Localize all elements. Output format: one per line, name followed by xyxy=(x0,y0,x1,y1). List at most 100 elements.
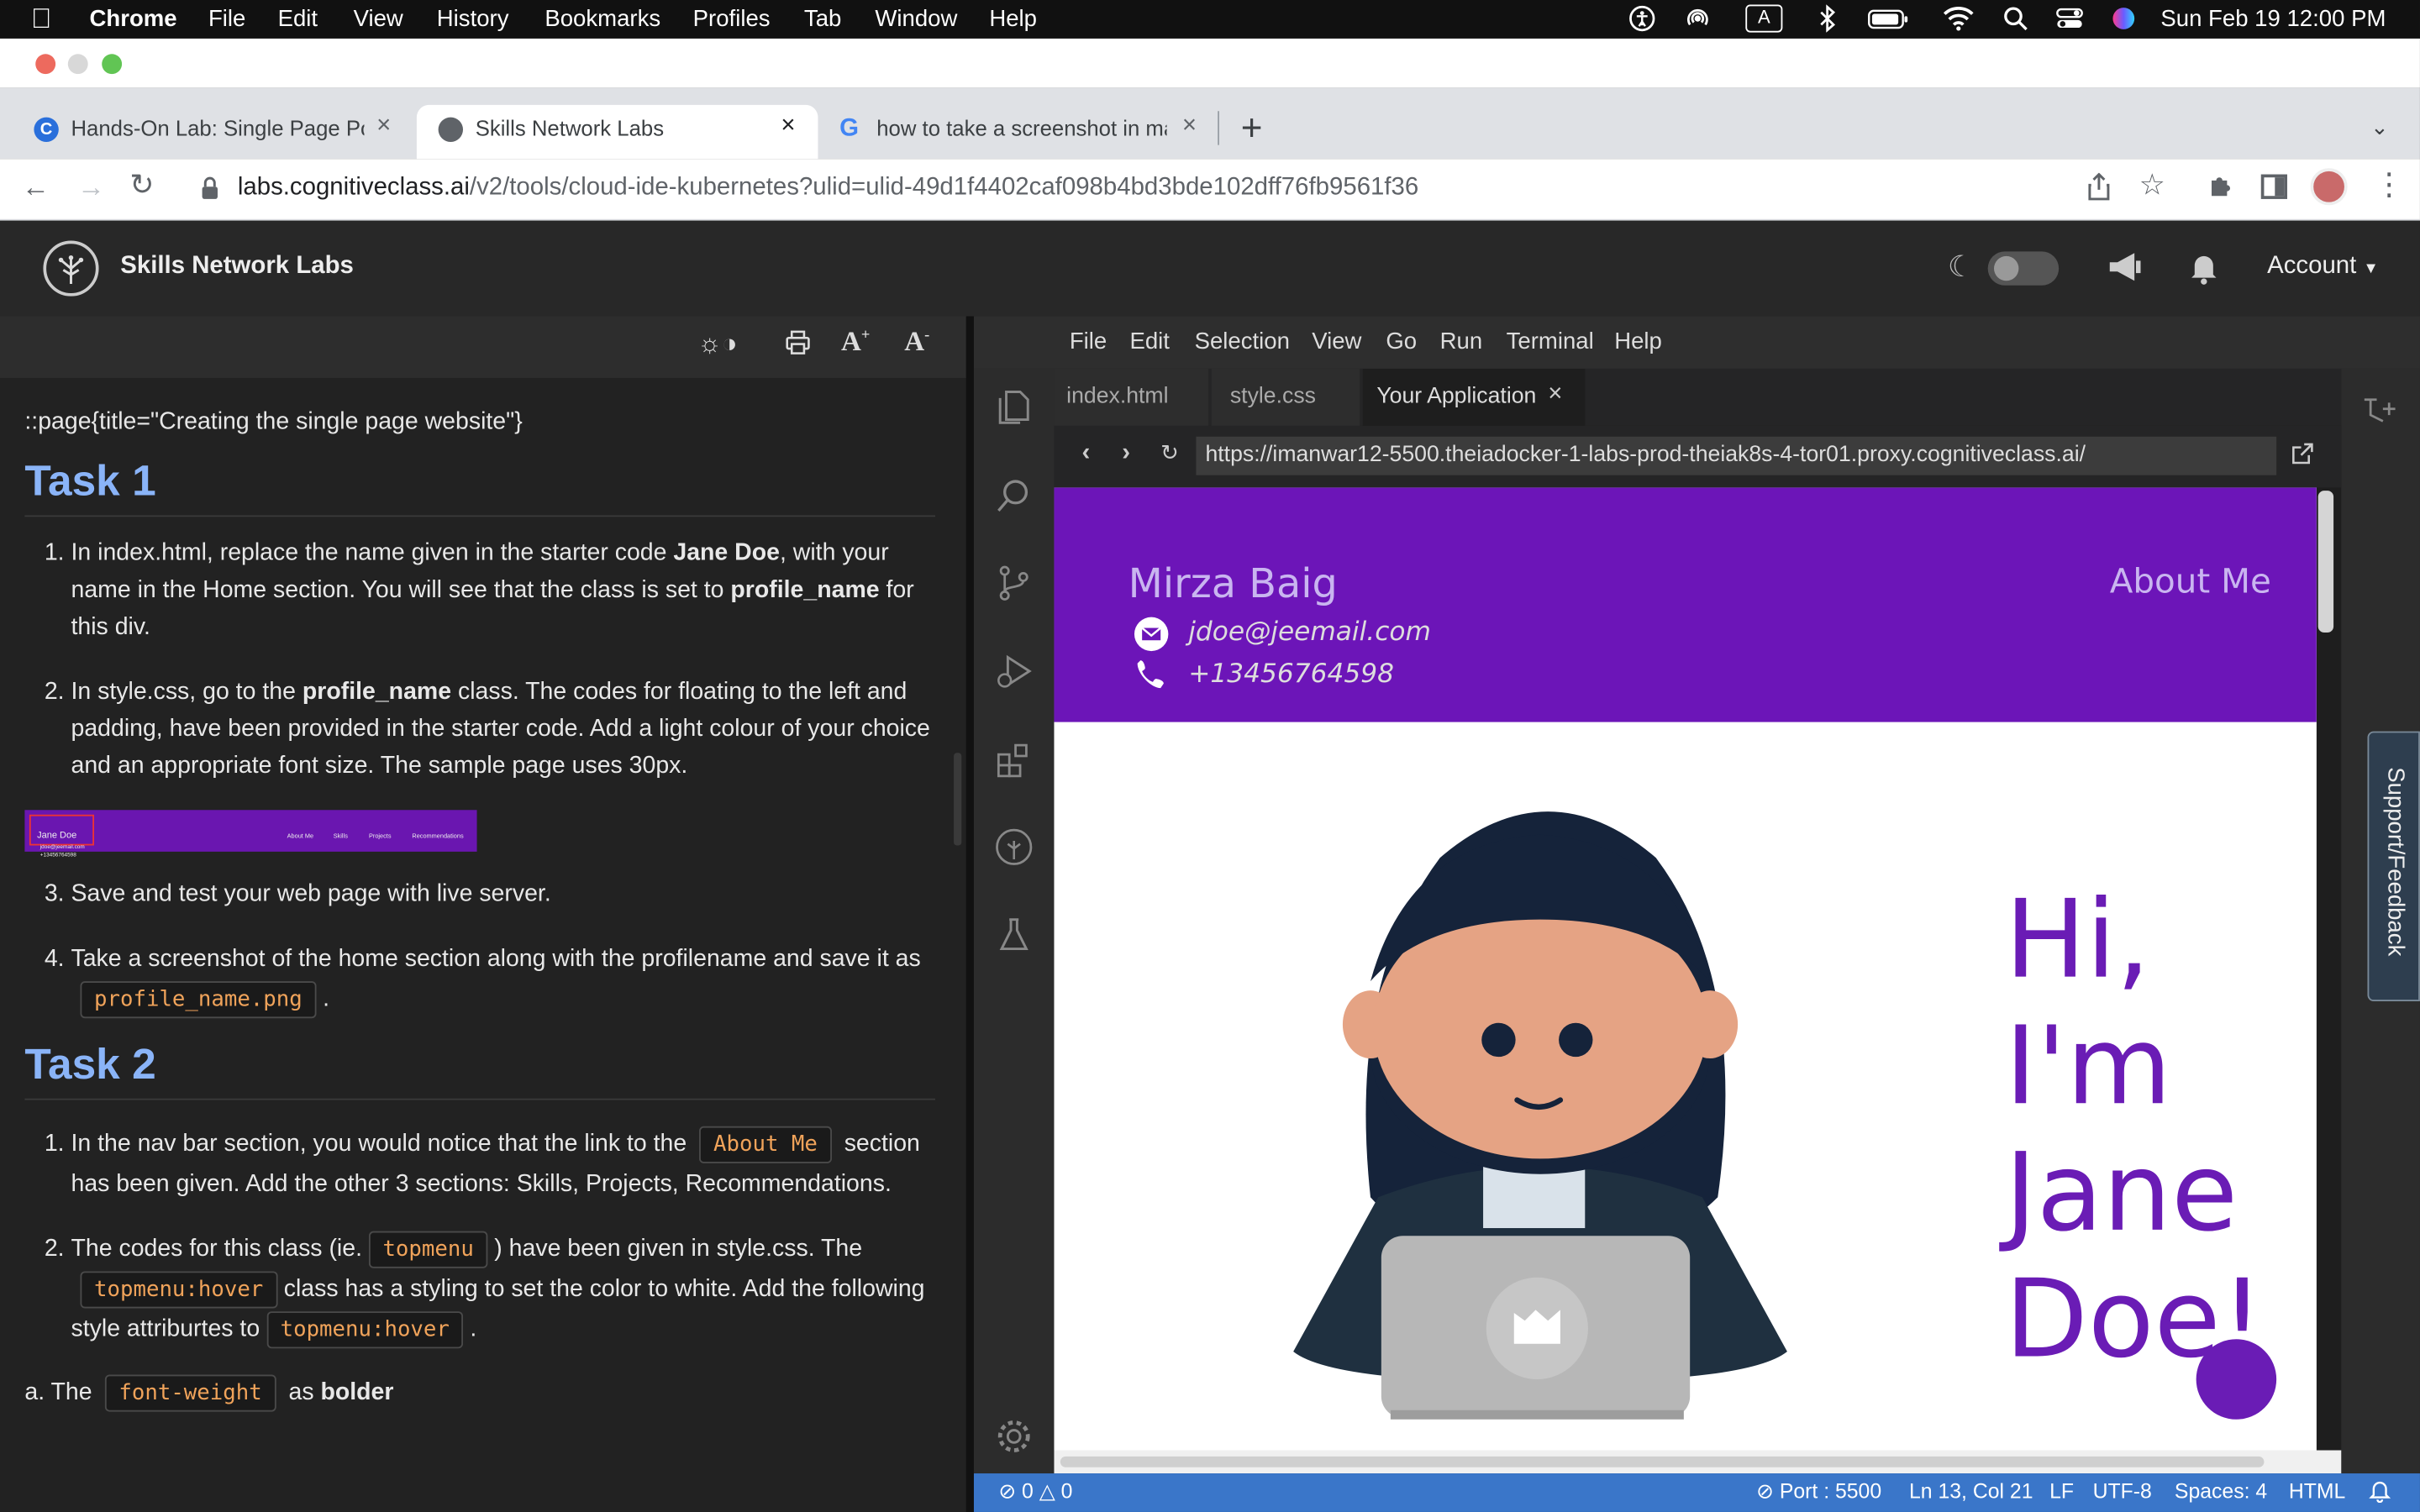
airdrop-icon[interactable] xyxy=(1684,5,1712,33)
profile-email[interactable]: jdoe@jeemail.com xyxy=(1188,617,1431,648)
ide-menu-file[interactable]: File xyxy=(1070,328,1107,354)
preview-reload-icon[interactable]: ↻ xyxy=(1160,439,1179,465)
dark-mode-toggle[interactable] xyxy=(1987,251,2060,286)
line-ending[interactable]: LF xyxy=(2049,1479,2074,1503)
lab-flask-icon[interactable] xyxy=(994,915,1034,955)
indentation[interactable]: Spaces: 4 xyxy=(2175,1479,2267,1503)
support-feedback-tab[interactable]: Support/Feedback xyxy=(2367,731,2420,1002)
source-control-icon[interactable] xyxy=(994,563,1034,603)
menu-datetime[interactable]: Sun Feb 19 12:00 PM xyxy=(2160,6,2386,32)
step-text: In the nav bar section, you would notice… xyxy=(71,1131,687,1158)
settings-gear-icon[interactable] xyxy=(994,1416,1034,1457)
explorer-files-icon[interactable] xyxy=(994,387,1034,428)
hero-greeting: Hi, I'm Jane Doe! xyxy=(2005,876,2264,1382)
browser-tab-skills-network[interactable]: Skills Network Labs × xyxy=(435,108,812,160)
scroll-to-top-button[interactable] xyxy=(2196,1339,2277,1420)
menu-history[interactable]: History xyxy=(437,6,509,32)
theme-toggle-icon[interactable]: ☼◑ xyxy=(697,328,737,360)
menu-window[interactable]: Window xyxy=(875,6,957,32)
preview-header: Mirza Baig jdoe@jeemail.com +13456764598… xyxy=(1054,487,2317,722)
new-tab-button[interactable]: + xyxy=(1241,108,1263,151)
close-tab-icon[interactable]: × xyxy=(1182,113,1197,140)
close-tab-icon[interactable]: × xyxy=(1548,381,1562,409)
open-external-icon[interactable] xyxy=(2291,443,2313,472)
tab-your-application[interactable]: Your Application × xyxy=(1362,368,1586,426)
code-topmenu: topmenu xyxy=(368,1231,488,1268)
instructions-scrollbar[interactable] xyxy=(954,753,962,846)
preview-forward-icon[interactable]: › xyxy=(1122,439,1130,467)
ide-menu-help[interactable]: Help xyxy=(1614,328,1662,354)
side-panel-icon[interactable] xyxy=(2260,174,2287,199)
preview-url-input[interactable]: https://imanwar12-5500.theiadocker-1-lab… xyxy=(1196,436,2277,475)
menu-app-name[interactable]: Chrome xyxy=(90,6,177,32)
problems-indicator[interactable]: ⊘ 0 △ 0 xyxy=(998,1479,1072,1504)
accessibility-icon[interactable] xyxy=(1628,5,1656,33)
menu-tab[interactable]: Tab xyxy=(804,6,841,32)
nav-about-me-link[interactable]: About Me xyxy=(2110,563,2271,601)
tab-style-css[interactable]: style.css xyxy=(1211,368,1360,426)
browser-tab-google-search[interactable]: G how to take a screenshot in ma × xyxy=(836,108,1214,160)
tab-index-html[interactable]: index.html xyxy=(1054,368,1209,426)
menu-file[interactable]: File xyxy=(208,6,245,32)
bluetooth-icon[interactable] xyxy=(1813,4,1841,33)
run-debug-icon[interactable] xyxy=(994,651,1034,691)
wifi-icon[interactable] xyxy=(1942,5,1975,33)
live-server-port[interactable]: ⊘ Port : 5500 xyxy=(1756,1479,1881,1504)
menu-bookmarks[interactable]: Bookmarks xyxy=(544,6,660,32)
decrease-font-icon[interactable]: A- xyxy=(904,326,929,359)
increase-font-icon[interactable]: A+ xyxy=(841,326,870,359)
ide-menu-selection[interactable]: Selection xyxy=(1195,328,1290,354)
ide-menu-run[interactable]: Run xyxy=(1440,328,1483,354)
back-arrow-icon[interactable]: ← xyxy=(22,171,50,204)
ide-menu-view[interactable]: View xyxy=(1312,328,1361,354)
notification-bell-icon[interactable] xyxy=(2188,251,2219,293)
input-source-indicator[interactable]: A xyxy=(1745,4,1783,33)
share-icon[interactable] xyxy=(2086,172,2111,208)
battery-icon[interactable] xyxy=(1867,5,1910,33)
preview-back-icon[interactable]: ‹ xyxy=(1082,439,1091,467)
forward-arrow-icon[interactable]: → xyxy=(77,171,105,204)
language-mode[interactable]: HTML xyxy=(2289,1479,2345,1503)
chrome-menu-kebab-icon[interactable]: ⋮ xyxy=(2374,166,2405,203)
megaphone-icon[interactable] xyxy=(2107,250,2144,292)
address-bar[interactable]: labs.cognitiveclass.ai/v2/tools/cloud-id… xyxy=(179,166,2186,213)
print-icon[interactable] xyxy=(786,330,810,363)
menu-help[interactable]: Help xyxy=(989,6,1037,32)
spotlight-search-icon[interactable] xyxy=(2002,5,2029,33)
bookmark-star-icon[interactable]: ☆ xyxy=(2139,168,2165,203)
search-icon[interactable] xyxy=(994,475,1034,516)
account-menu[interactable]: Account ▼ xyxy=(2267,253,2379,281)
status-bell-icon[interactable] xyxy=(2369,1478,2391,1508)
outline-icon[interactable] xyxy=(2361,393,2398,435)
close-tab-icon[interactable]: × xyxy=(781,113,795,140)
menu-profiles[interactable]: Profiles xyxy=(693,6,771,32)
menu-view[interactable]: View xyxy=(354,6,403,32)
tab-search-chevron-icon[interactable]: ⌄ xyxy=(2370,114,2389,140)
ide-menu-go[interactable]: Go xyxy=(1386,328,1417,354)
profile-avatar[interactable] xyxy=(2310,168,2348,206)
cursor-position[interactable]: Ln 13, Col 21 xyxy=(1909,1479,2033,1503)
ide-menu-edit[interactable]: Edit xyxy=(1129,328,1169,354)
siri-icon[interactable] xyxy=(2110,5,2138,33)
browser-tab-hands-on-lab[interactable]: C Hands-On Lab: Single Page Po × xyxy=(28,108,413,160)
preview-horizontal-scrollbar[interactable] xyxy=(1060,1456,2265,1467)
zoom-window-button[interactable] xyxy=(102,54,123,75)
menu-edit[interactable]: Edit xyxy=(278,6,318,32)
skills-network-logo[interactable] xyxy=(43,240,99,297)
url-text[interactable]: labs.cognitiveclass.ai/v2/tools/cloud-id… xyxy=(238,175,1418,202)
extensions-icon[interactable] xyxy=(994,739,1034,780)
file-encoding[interactable]: UTF-8 xyxy=(2093,1479,2152,1503)
pane-divider[interactable] xyxy=(965,316,974,1512)
minimize-window-button[interactable] xyxy=(67,54,88,75)
profile-phone[interactable]: +13456764598 xyxy=(1188,659,1394,690)
extensions-puzzle-icon[interactable] xyxy=(2207,173,2234,208)
close-tab-icon[interactable]: × xyxy=(376,113,391,140)
apple-icon[interactable]:  xyxy=(31,3,52,36)
control-center-icon[interactable] xyxy=(2055,5,2083,33)
preview-vertical-scrollbar[interactable] xyxy=(2317,491,2334,633)
close-window-button[interactable] xyxy=(35,54,56,75)
skills-network-toolbox-icon[interactable] xyxy=(994,827,1034,867)
ide-menu-terminal[interactable]: Terminal xyxy=(1507,328,1594,354)
reload-icon[interactable]: ↻ xyxy=(129,168,154,203)
skills-network-header: Skills Network Labs ☾ Account ▼ xyxy=(0,220,2420,317)
